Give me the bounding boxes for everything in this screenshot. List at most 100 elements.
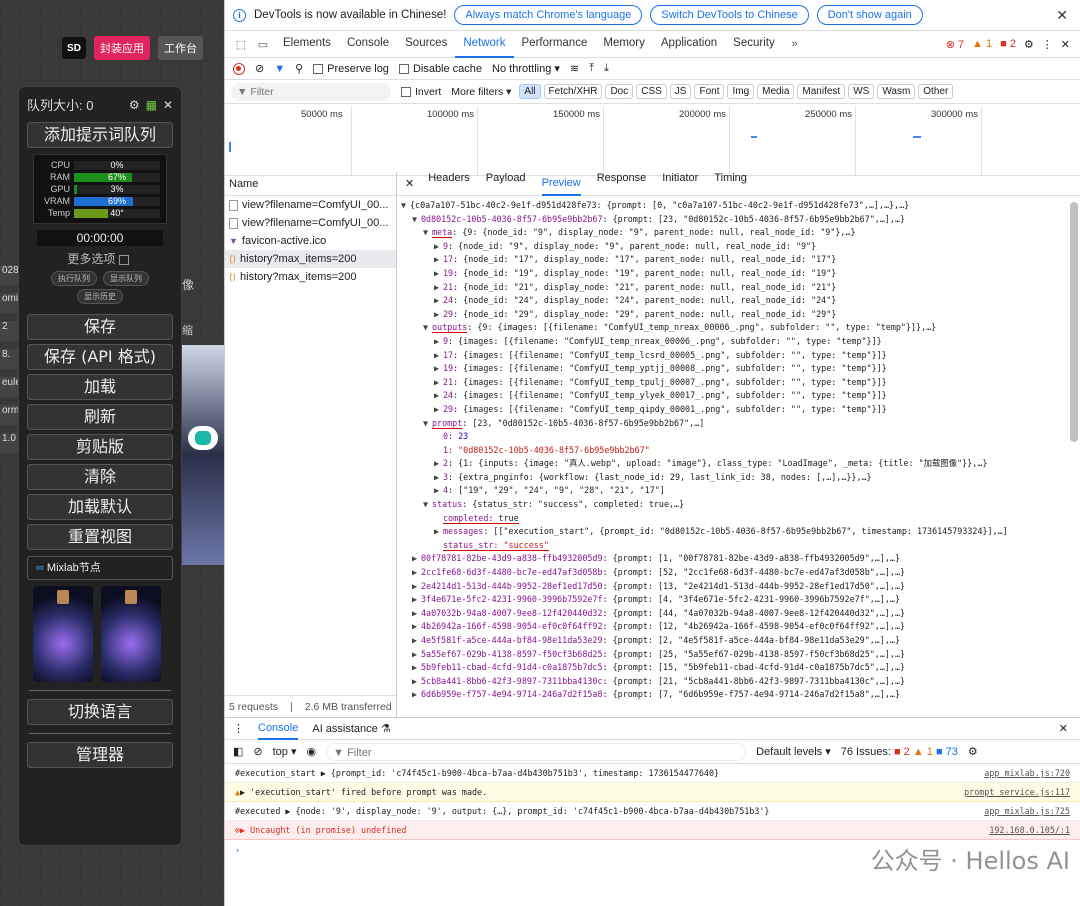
show-history-button[interactable]: 显示历史 [77, 289, 123, 304]
request-row[interactable]: ▼ favicon-active.ico [225, 232, 396, 250]
tab-network[interactable]: Network [455, 30, 514, 58]
console-source-link[interactable]: app_mixlab.js:720 [984, 768, 1080, 778]
tab-response[interactable]: Response [597, 172, 647, 196]
tab-timing[interactable]: Timing [714, 172, 747, 196]
clear-icon[interactable]: ⊘ [255, 62, 264, 75]
filter-type-media[interactable]: Media [757, 84, 795, 99]
console-filter-input[interactable]: ▼ Filter [326, 742, 747, 761]
preview-line[interactable]: ▶ 29: {node_id: "29", display_node: "29",… [401, 308, 1080, 322]
preview-line[interactable]: ▶ 17: {images: [{filename: "ComfyUI_temp_… [401, 349, 1080, 363]
expand-arrow-icon[interactable]: ▼ [412, 213, 421, 227]
filter-type-other[interactable]: Other [918, 84, 954, 99]
preview-line[interactable]: ▶ 5a55ef67-029b-4138-8597-f50cf3b68d25: {… [401, 648, 1080, 662]
preview-line[interactable]: ▶ 2e4214d1-513d-444b-9952-28ef1ed17d50: {… [401, 580, 1080, 594]
expand-arrow-icon[interactable]: ▼ [423, 417, 432, 431]
panel-button-2[interactable]: 加载 [27, 374, 173, 400]
network-overview[interactable]: 50000 ms 100000 ms 150000 ms 200000 ms 25000… [225, 104, 1080, 176]
import-har-icon[interactable]: ⤒ [589, 62, 594, 75]
preview-line[interactable]: ▶ 9: {node_id: "9", display_node: "9", pa… [401, 240, 1080, 254]
preview-line[interactable]: ▶ 3f4e671e-5fc2-4231-9960-3996b7592e7f: {… [401, 593, 1080, 607]
expand-arrow-icon[interactable]: ▶ [412, 566, 421, 580]
preview-line[interactable]: ▼ status: {status_str: "success", complet… [401, 498, 1080, 512]
preview-line[interactable]: ▶ 24: {node_id: "24", display_node: "24",… [401, 294, 1080, 308]
expand-arrow-icon[interactable]: ▶ [434, 457, 443, 471]
expand-arrow-icon[interactable]: ▶ [412, 580, 421, 594]
close-icon[interactable]: ✕ [1056, 7, 1068, 24]
preview-line[interactable]: ▶ 6d6b959e-f757-4e94-9714-246a7d2f15a8: {… [401, 688, 1080, 702]
filter-type-css[interactable]: CSS [636, 84, 667, 99]
filter-type-ws[interactable]: WS [848, 84, 875, 99]
preview-line[interactable]: ▶ 4: ["19", "29", "24", "9", "28", "21", … [401, 484, 1080, 498]
invert-checkbox[interactable]: Invert [401, 86, 441, 98]
preview-line[interactable]: ▶ 24: {images: [{filename: "ComfyUI_temp_… [401, 389, 1080, 403]
issues-count-badge[interactable]: ■ 2 [1000, 38, 1016, 50]
expand-arrow-icon[interactable]: ▶ [434, 484, 443, 498]
switch-chinese-button[interactable]: Switch DevTools to Chinese [650, 5, 809, 25]
filter-type-img[interactable]: Img [727, 84, 755, 99]
switch-language-button[interactable]: 切换语言 [27, 699, 173, 725]
record-icon[interactable] [233, 62, 245, 75]
throttling-select[interactable]: No throttling ▾ [492, 62, 560, 75]
expand-arrow-icon[interactable]: ▶ [412, 648, 421, 662]
preview-line[interactable]: 1: "0d80152c-10b5-4036-8f57-6b95e9bb2b67… [401, 444, 1080, 458]
preview-line[interactable]: ▶ 5b9feb11-cbad-4cfd-91d4-c0a1875b7dc5: {… [401, 661, 1080, 675]
eye-icon[interactable]: ◉ [307, 745, 317, 758]
comfyui-canvas[interactable]: SD 封装应用 工作台 028 omiz 2 8. eule orm 1.0 像 缩 队列大… [0, 0, 224, 906]
preview-line[interactable]: ▼ 0d80152c-10b5-4036-8f57-6b95e9bb2b67: {… [401, 213, 1080, 227]
preview-line[interactable]: ▶ 17: {node_id: "17", display_node: "17",… [401, 253, 1080, 267]
expand-arrow-icon[interactable]: ▼ [401, 199, 410, 213]
filter-icon[interactable]: ▼ [274, 63, 285, 75]
tab-initiator[interactable]: Initiator [662, 172, 698, 196]
exec-queue-button[interactable]: 执行队列 [51, 271, 97, 286]
expand-arrow-icon[interactable]: ▶ [434, 308, 443, 322]
preview-line[interactable]: ▼ {c0a7a107-51bc-40c2-9e1f-d951d428fe73: … [401, 199, 1080, 213]
expand-arrow-icon[interactable]: ▶ [434, 362, 443, 376]
console-message[interactable]: ⊗ ▶ Uncaught (in promise) undefined 192.1… [225, 821, 1080, 840]
preview-line[interactable]: ▶ 19: {images: [{filename: "ComfyUI_temp_… [401, 362, 1080, 376]
filter-type-font[interactable]: Font [694, 84, 725, 99]
panel-button-7[interactable]: 重置视图 [27, 524, 173, 550]
request-row[interactable]: ⟨⟩ history?max_items=200 [225, 268, 396, 286]
preview-line[interactable]: ▶ 3: {extra_pnginfo: {workflow: {last_nod… [401, 471, 1080, 485]
console-message[interactable]: ▲ ▶ 'execution_start' fired before promp… [225, 783, 1080, 802]
preview-line[interactable]: ▶ 21: {images: [{filename: "ComfyUI_temp_… [401, 376, 1080, 390]
request-row[interactable]: view?filename=ComfyUI_00... [225, 196, 396, 214]
dont-show-again-button[interactable]: Don't show again [816, 5, 923, 25]
tab-headers[interactable]: Headers [428, 172, 470, 196]
expand-arrow-icon[interactable]: ▼ [423, 321, 432, 335]
expand-arrow-icon[interactable]: ▶ [434, 253, 443, 267]
error-count-badge[interactable]: ⊗ 7 [946, 38, 964, 51]
console-source-link[interactable]: 192.168.0.105/:1 [989, 825, 1080, 835]
tab-payload[interactable]: Payload [486, 172, 526, 196]
preview-line[interactable]: ▼ meta: {9: {node_id: "9", display_node: … [401, 226, 1080, 240]
context-select[interactable]: top ▾ [273, 745, 297, 758]
preview-line[interactable]: ▶ 4b26942a-166f-4598-9054-ef0c0f64ff92: {… [401, 620, 1080, 634]
sidebar-toggle-icon[interactable]: ◧ [233, 745, 243, 758]
mixlab-nodes-button[interactable]: ∞ Mixlab节点 [27, 556, 173, 580]
expand-arrow-icon[interactable]: ▶ [412, 593, 421, 607]
preview-line[interactable]: ▶ 4a07032b-94a8-4007-9ee8-12f420440d32: {… [401, 607, 1080, 621]
manager-button[interactable]: 管理器 [27, 742, 173, 768]
more-tabs-icon[interactable]: » [785, 38, 805, 50]
network-conditions-icon[interactable]: ≋ [570, 62, 579, 75]
preview-line[interactable]: ▶ 19: {node_id: "19", display_node: "19",… [401, 267, 1080, 281]
filter-type-wasm[interactable]: Wasm [877, 84, 916, 99]
export-har-icon[interactable]: ⤓ [604, 62, 609, 75]
expand-arrow-icon[interactable]: ▶ [434, 525, 443, 539]
search-icon[interactable]: ⚲ [295, 62, 303, 75]
add-prompt-queue-button[interactable]: 添加提示词队列 [27, 122, 173, 148]
tab-memory[interactable]: Memory [595, 30, 653, 58]
preview-line[interactable]: status_str: "success" [401, 539, 1080, 553]
close-detail-icon[interactable]: ✕ [405, 177, 414, 190]
settings-gear-icon[interactable]: ⚙ [1024, 38, 1034, 51]
preview-tree[interactable]: ▼ {c0a7a107-51bc-40c2-9e1f-d951d428fe73: … [397, 196, 1080, 702]
expand-arrow-icon[interactable]: ▶ [434, 267, 443, 281]
console-settings-icon[interactable]: ⚙ [968, 745, 978, 758]
filter-type-all[interactable]: All [519, 84, 541, 99]
more-options-toggle[interactable]: 更多选项 [19, 250, 181, 267]
request-row[interactable]: view?filename=ComfyUI_00... [225, 214, 396, 232]
preview-line[interactable]: ▼ prompt: [23, "0d80152c-10b5-4036-8f57-6… [401, 417, 1080, 431]
filter-type-js[interactable]: JS [669, 84, 692, 99]
panel-button-0[interactable]: 保存 [27, 314, 173, 340]
expand-arrow-icon[interactable]: ▶ [434, 294, 443, 308]
